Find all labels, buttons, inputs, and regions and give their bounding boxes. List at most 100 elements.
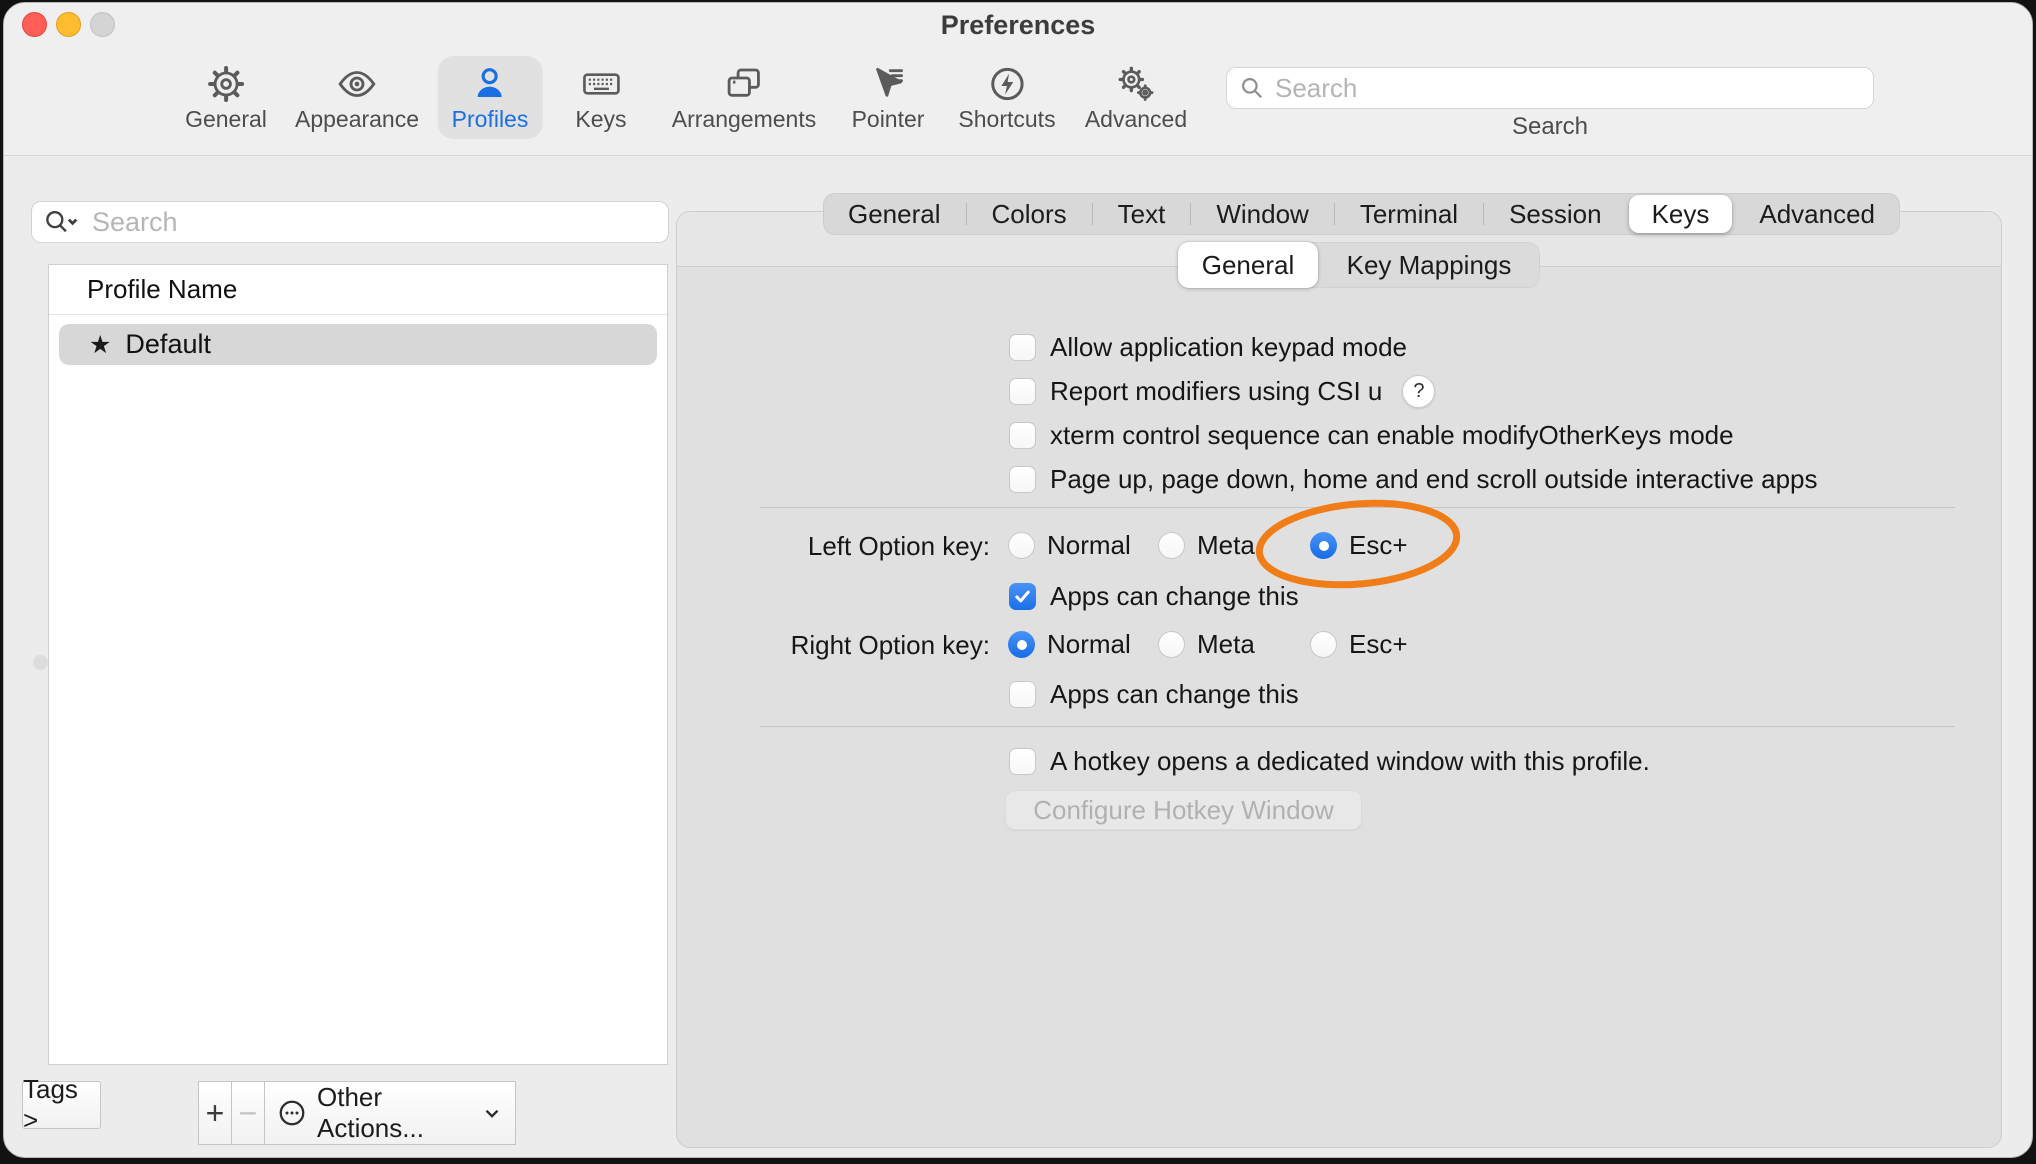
subtab-key-mappings[interactable]: Key Mappings — [1318, 242, 1540, 288]
profile-search-input[interactable] — [90, 206, 658, 239]
toolbar-item-general[interactable]: General — [171, 56, 281, 139]
toolbar-label: Shortcuts — [958, 106, 1055, 133]
toolbar-item-profiles[interactable]: Profiles — [438, 56, 543, 139]
other-actions-label: Other Actions... — [317, 1082, 471, 1144]
profile-name: Default — [125, 329, 211, 360]
profile-list-header: Profile Name — [49, 265, 667, 315]
radio-circle[interactable] — [1310, 532, 1337, 559]
radio-left-esc[interactable]: Esc+ — [1310, 530, 1408, 561]
checkbox-csi-u[interactable] — [1009, 378, 1036, 405]
toolbar-label: General — [185, 106, 267, 133]
tab-advanced[interactable]: Advanced — [1734, 193, 1900, 235]
left-option-label: Left Option key: — [677, 531, 990, 562]
keys-subtab-bar: General Key Mappings — [1178, 242, 1540, 288]
toolbar-label: Advanced — [1085, 106, 1187, 133]
add-profile-button[interactable]: + — [198, 1081, 232, 1145]
keyboard-icon — [578, 64, 624, 104]
pane-splitter-handle[interactable] — [33, 655, 48, 670]
row-hotkey-window: A hotkey opens a dedicated window with t… — [1009, 744, 1650, 778]
checkbox-label: Report modifiers using CSI u — [1050, 376, 1382, 407]
toolbar-label: Keys — [575, 106, 626, 133]
checkbox-label: Page up, page down, home and end scroll … — [1050, 464, 1818, 495]
other-actions-dropdown[interactable]: Other Actions... — [264, 1081, 516, 1145]
toolbar-search-caption: Search — [1226, 113, 1874, 141]
row-left-apps-change: Apps can change this — [1009, 579, 1299, 613]
gears-icon — [1113, 64, 1159, 104]
separator — [760, 507, 1955, 508]
gear-icon — [205, 64, 247, 104]
tags-button[interactable]: Tags > — [22, 1081, 101, 1129]
cursor-icon — [867, 64, 909, 104]
tab-window[interactable]: Window — [1191, 193, 1333, 235]
tab-keys[interactable]: Keys — [1629, 195, 1733, 233]
profile-search-field[interactable] — [31, 201, 669, 243]
profile-settings-panel: General Colors Text Window Terminal Sess… — [676, 211, 2002, 1148]
checkbox-keypad-mode[interactable] — [1009, 334, 1036, 361]
profile-list: Profile Name ★ Default — [48, 264, 668, 1065]
tab-text[interactable]: Text — [1093, 193, 1191, 235]
star-icon: ★ — [89, 330, 111, 360]
row-left-option-key: Left Option key: Normal Meta Esc+ — [677, 527, 2001, 567]
toolbar-label: Arrangements — [672, 106, 816, 133]
radio-label: Esc+ — [1349, 629, 1408, 660]
row-right-option-key: Right Option key: Normal Meta Esc+ — [677, 626, 2001, 666]
checkbox-label: Apps can change this — [1050, 679, 1299, 710]
profile-row-default[interactable]: ★ Default — [59, 324, 657, 365]
radio-left-meta[interactable]: Meta — [1158, 530, 1255, 561]
radio-circle[interactable] — [1008, 631, 1035, 658]
radio-right-esc[interactable]: Esc+ — [1310, 629, 1408, 660]
radio-left-normal[interactable]: Normal — [1008, 530, 1131, 561]
radio-circle[interactable] — [1008, 532, 1035, 559]
right-option-label: Right Option key: — [677, 630, 990, 661]
eye-icon — [335, 64, 379, 104]
remove-profile-button[interactable]: − — [231, 1081, 265, 1145]
row-keypad-mode: Allow application keypad mode — [1009, 330, 1407, 364]
toolbar-item-appearance[interactable]: Appearance — [281, 56, 433, 139]
row-csi-u: Report modifiers using CSI u ? — [1009, 374, 1435, 408]
bolt-circle-icon — [986, 64, 1028, 104]
window-title: Preferences — [4, 10, 2032, 41]
ellipsis-circle-icon — [277, 1098, 307, 1128]
toolbar-item-pointer[interactable]: Pointer — [838, 56, 939, 139]
toolbar-item-shortcuts[interactable]: Shortcuts — [944, 56, 1069, 139]
checkbox-left-apps-change[interactable] — [1009, 583, 1036, 610]
checkbox-hotkey-window[interactable] — [1009, 748, 1036, 775]
toolbar-item-arrangements[interactable]: Arrangements — [658, 56, 830, 139]
toolbar-item-advanced[interactable]: Advanced — [1071, 56, 1201, 139]
radio-label: Normal — [1047, 530, 1131, 561]
tab-colors[interactable]: Colors — [967, 193, 1092, 235]
radio-circle[interactable] — [1158, 532, 1185, 559]
row-modify-other-keys: xterm control sequence can enable modify… — [1009, 418, 1734, 452]
radio-circle[interactable] — [1158, 631, 1185, 658]
toolbar-item-keys[interactable]: Keys — [561, 56, 640, 139]
radio-right-normal[interactable]: Normal — [1008, 629, 1131, 660]
toolbar-label: Appearance — [295, 106, 419, 133]
tab-terminal[interactable]: Terminal — [1335, 193, 1483, 235]
radio-label: Meta — [1197, 629, 1255, 660]
help-button[interactable]: ? — [1402, 375, 1435, 408]
configure-hotkey-window-button[interactable]: Configure Hotkey Window — [1005, 790, 1362, 830]
scoped-search-icon — [42, 208, 84, 236]
profile-tab-bar: General Colors Text Window Terminal Sess… — [823, 193, 1900, 235]
toolbar-search-input[interactable] — [1273, 72, 1861, 105]
subtab-general[interactable]: General — [1178, 242, 1318, 288]
checkbox-scroll-outside[interactable] — [1009, 466, 1036, 493]
row-scroll-outside: Page up, page down, home and end scroll … — [1009, 462, 1818, 496]
radio-circle[interactable] — [1310, 631, 1337, 658]
toolbar-label: Pointer — [852, 106, 925, 133]
checkbox-label: Allow application keypad mode — [1050, 332, 1407, 363]
checkbox-right-apps-change[interactable] — [1009, 681, 1036, 708]
preferences-window: Preferences General — [3, 2, 2033, 1158]
tab-general[interactable]: General — [823, 193, 966, 235]
toolbar-label: Profiles — [452, 106, 529, 133]
radio-label: Meta — [1197, 530, 1255, 561]
checkbox-modify-other-keys[interactable] — [1009, 422, 1036, 449]
windows-icon — [721, 64, 767, 104]
radio-right-meta[interactable]: Meta — [1158, 629, 1255, 660]
radio-label: Normal — [1047, 629, 1131, 660]
chevron-down-icon — [481, 1102, 503, 1124]
tab-session[interactable]: Session — [1484, 193, 1627, 235]
checkbox-label: A hotkey opens a dedicated window with t… — [1050, 746, 1650, 777]
toolbar-search-field[interactable] — [1226, 67, 1874, 109]
checkbox-label: Apps can change this — [1050, 581, 1299, 612]
